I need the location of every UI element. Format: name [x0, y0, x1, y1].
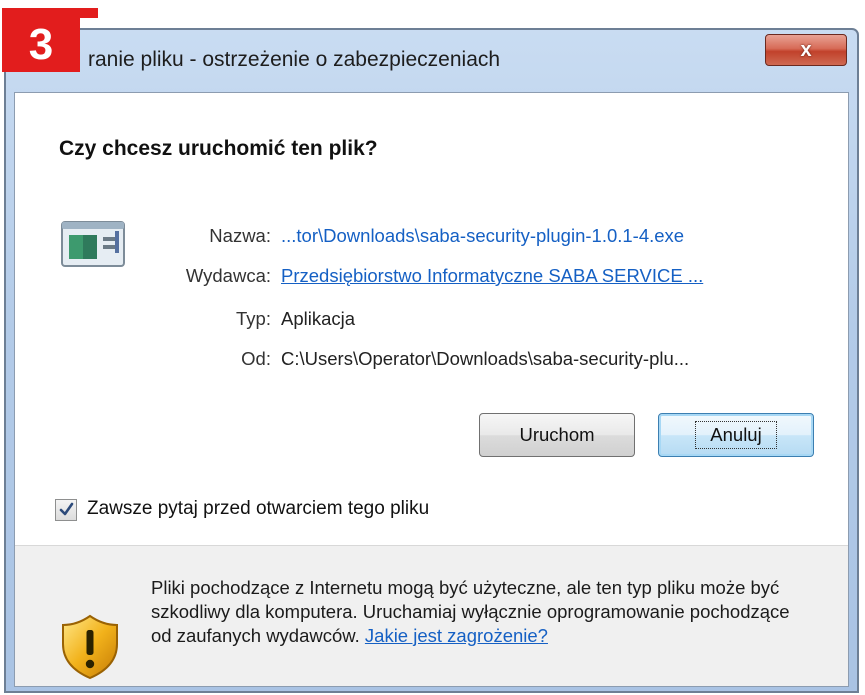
field-label-publisher: Wydawca:: [185, 265, 271, 286]
file-name-link[interactable]: ...tor\Downloads\saba-security-plugin-1.…: [281, 225, 684, 247]
run-button-label: Uruchom: [519, 424, 595, 445]
window-title: ranie pliku - ostrzeżenie o zabezpieczen…: [88, 48, 501, 71]
field-row-publisher: Wydawca: Przedsiębiorstwo Informatyczne …: [15, 265, 850, 291]
field-row-type: Typ: Aplikacja: [15, 308, 850, 334]
cancel-button-label: Anuluj: [695, 421, 777, 449]
cancel-button[interactable]: Anuluj: [658, 413, 814, 457]
publisher-link[interactable]: Przedsiębiorstwo Informatyczne SABA SERV…: [281, 265, 703, 287]
field-value-type: Aplikacja: [281, 308, 356, 329]
risk-info-link[interactable]: Jakie jest zagrożenie?: [365, 625, 548, 646]
field-label-type: Typ:: [236, 308, 271, 329]
dialog-question: Czy chcesz uruchomić ten plik?: [59, 137, 378, 160]
security-warning-dialog: ranie pliku - ostrzeżenie o zabezpieczen…: [4, 28, 859, 693]
shield-warning-icon: [62, 614, 118, 680]
dialog-content: Czy chcesz uruchomić ten plik? Nazwa: ..…: [14, 92, 849, 687]
field-label-from: Od:: [241, 348, 271, 369]
run-button[interactable]: Uruchom: [479, 413, 635, 457]
screenshot-stage: ranie pliku - ostrzeżenie o zabezpieczen…: [0, 0, 865, 695]
field-label-name: Nazwa:: [209, 225, 271, 246]
warning-message: Pliki pochodzące z Internetu mogą być uż…: [151, 576, 811, 648]
step-badge-tab: [2, 8, 98, 18]
step-number-badge: 3: [2, 18, 80, 72]
always-ask-label: Zawsze pytaj przed otwarciem tego pliku: [87, 498, 430, 519]
field-row-name: Nazwa: ...tor\Downloads\saba-security-pl…: [15, 225, 850, 251]
field-value-from: C:\Users\Operator\Downloads\saba-securit…: [281, 348, 690, 369]
always-ask-checkbox[interactable]: [55, 499, 77, 521]
warning-panel: Pliki pochodzące z Internetu mogą być uż…: [15, 546, 848, 686]
checkmark-icon: [59, 502, 74, 516]
close-button[interactable]: x: [765, 34, 847, 66]
title-bar[interactable]: ranie pliku - ostrzeżenie o zabezpieczen…: [6, 30, 857, 92]
field-row-from: Od: C:\Users\Operator\Downloads\saba-sec…: [15, 348, 850, 374]
